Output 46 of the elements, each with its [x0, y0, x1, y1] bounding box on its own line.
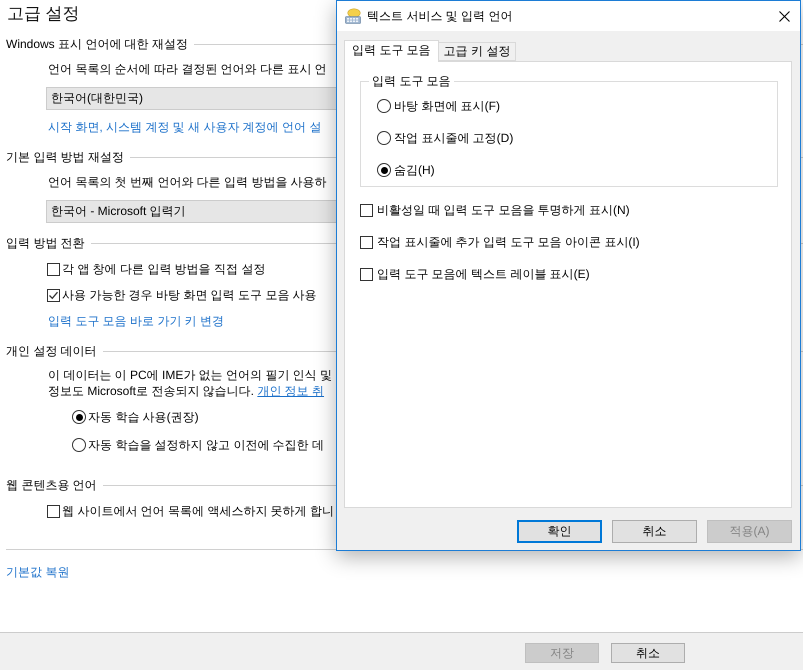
section-heading: Windows 표시 언어에 대한 재설정	[6, 36, 188, 52]
page-title: 고급 설정	[6, 3, 80, 25]
radio-label: 작업 표시줄에 고정(D)	[394, 130, 514, 146]
cancel-button[interactable]: 취소	[612, 520, 697, 543]
radio-label: 바탕 화면에 표시(F)	[394, 98, 500, 114]
section-heading: 웹 콘텐츠용 언어	[6, 476, 97, 494]
settings-link[interactable]: 시작 화면, 시스템 계정 및 새 사용자 계정에 언어 설	[48, 117, 322, 137]
cancel-button[interactable]: 취소	[611, 643, 685, 663]
radio-label: 자동 학습 사용(권장)	[88, 409, 199, 425]
section-heading: 기본 입력 방법 재설정	[6, 148, 124, 166]
description-text: 언어 목록의 첫 번째 언어와 다른 입력 방법을 사용하	[48, 174, 327, 191]
checkbox-label: 사용 가능한 경우 바탕 화면 입력 도구 모음 사용	[62, 287, 317, 303]
radio-button[interactable]	[377, 163, 391, 177]
checkbox[interactable]	[47, 288, 60, 302]
checkbox[interactable]	[360, 268, 373, 280]
radio-button[interactable]	[377, 99, 391, 113]
close-icon[interactable]	[779, 10, 790, 22]
checkbox-label: 각 앱 창에 다른 입력 방법을 직접 설정	[62, 261, 266, 277]
dialog-title: 텍스트 서비스 및 입력 언어	[367, 8, 512, 24]
checkbox-label: 작업 표시줄에 추가 입력 도구 모음 아이콘 표시(I)	[377, 234, 640, 250]
privacy-link[interactable]: 개인 정보 취	[257, 384, 324, 398]
tab[interactable]: 고급 키 설정	[438, 42, 516, 61]
ok-button[interactable]: 확인	[517, 520, 602, 543]
checkbox[interactable]	[360, 204, 373, 216]
restore-defaults-link[interactable]: 기본값 복원	[6, 562, 70, 582]
settings-link[interactable]: 입력 도구 모음 바로 가기 키 변경	[48, 311, 224, 331]
radio-label: 숨김(H)	[394, 162, 435, 178]
radio-button[interactable]	[72, 410, 86, 424]
description-text: 언어 목록의 순서에 따라 결정된 언어와 다른 표시 언	[48, 61, 327, 78]
section-heading: 개인 설정 데이터	[6, 342, 97, 360]
radio-button[interactable]	[377, 131, 391, 145]
checkbox[interactable]	[47, 504, 60, 518]
radio-button[interactable]	[72, 438, 86, 452]
checkbox-label: 비활성일 때 입력 도구 모음을 투명하게 표시(N)	[377, 202, 630, 218]
checkbox-label: 입력 도구 모음에 텍스트 레이블 표시(E)	[377, 266, 590, 282]
radio-label: 자동 학습을 설정하지 않고 이전에 수집한 데	[88, 437, 324, 453]
checkbox-label: 웹 사이트에서 언어 목록에 액세스하지 못하게 합니	[62, 503, 334, 519]
group-title: 입력 도구 모음	[371, 73, 452, 90]
checkbox[interactable]	[47, 262, 60, 276]
description-text: 이 데이터는 이 PC에 IME가 없는 언어의 필기 인식 및 정보도 Microsoft로 전송되지 않습니다. 개인 정보 취	[48, 367, 332, 399]
checkbox[interactable]	[360, 236, 373, 248]
keyboard-bubble-icon	[345, 8, 361, 24]
section-heading: 입력 방법 전환	[6, 234, 85, 252]
dropdown[interactable]: 한국어 - Microsoft 입력기	[46, 200, 337, 223]
dropdown[interactable]: 한국어(대한민국)	[46, 87, 337, 110]
tab[interactable]: 입력 도구 모음	[344, 40, 439, 62]
